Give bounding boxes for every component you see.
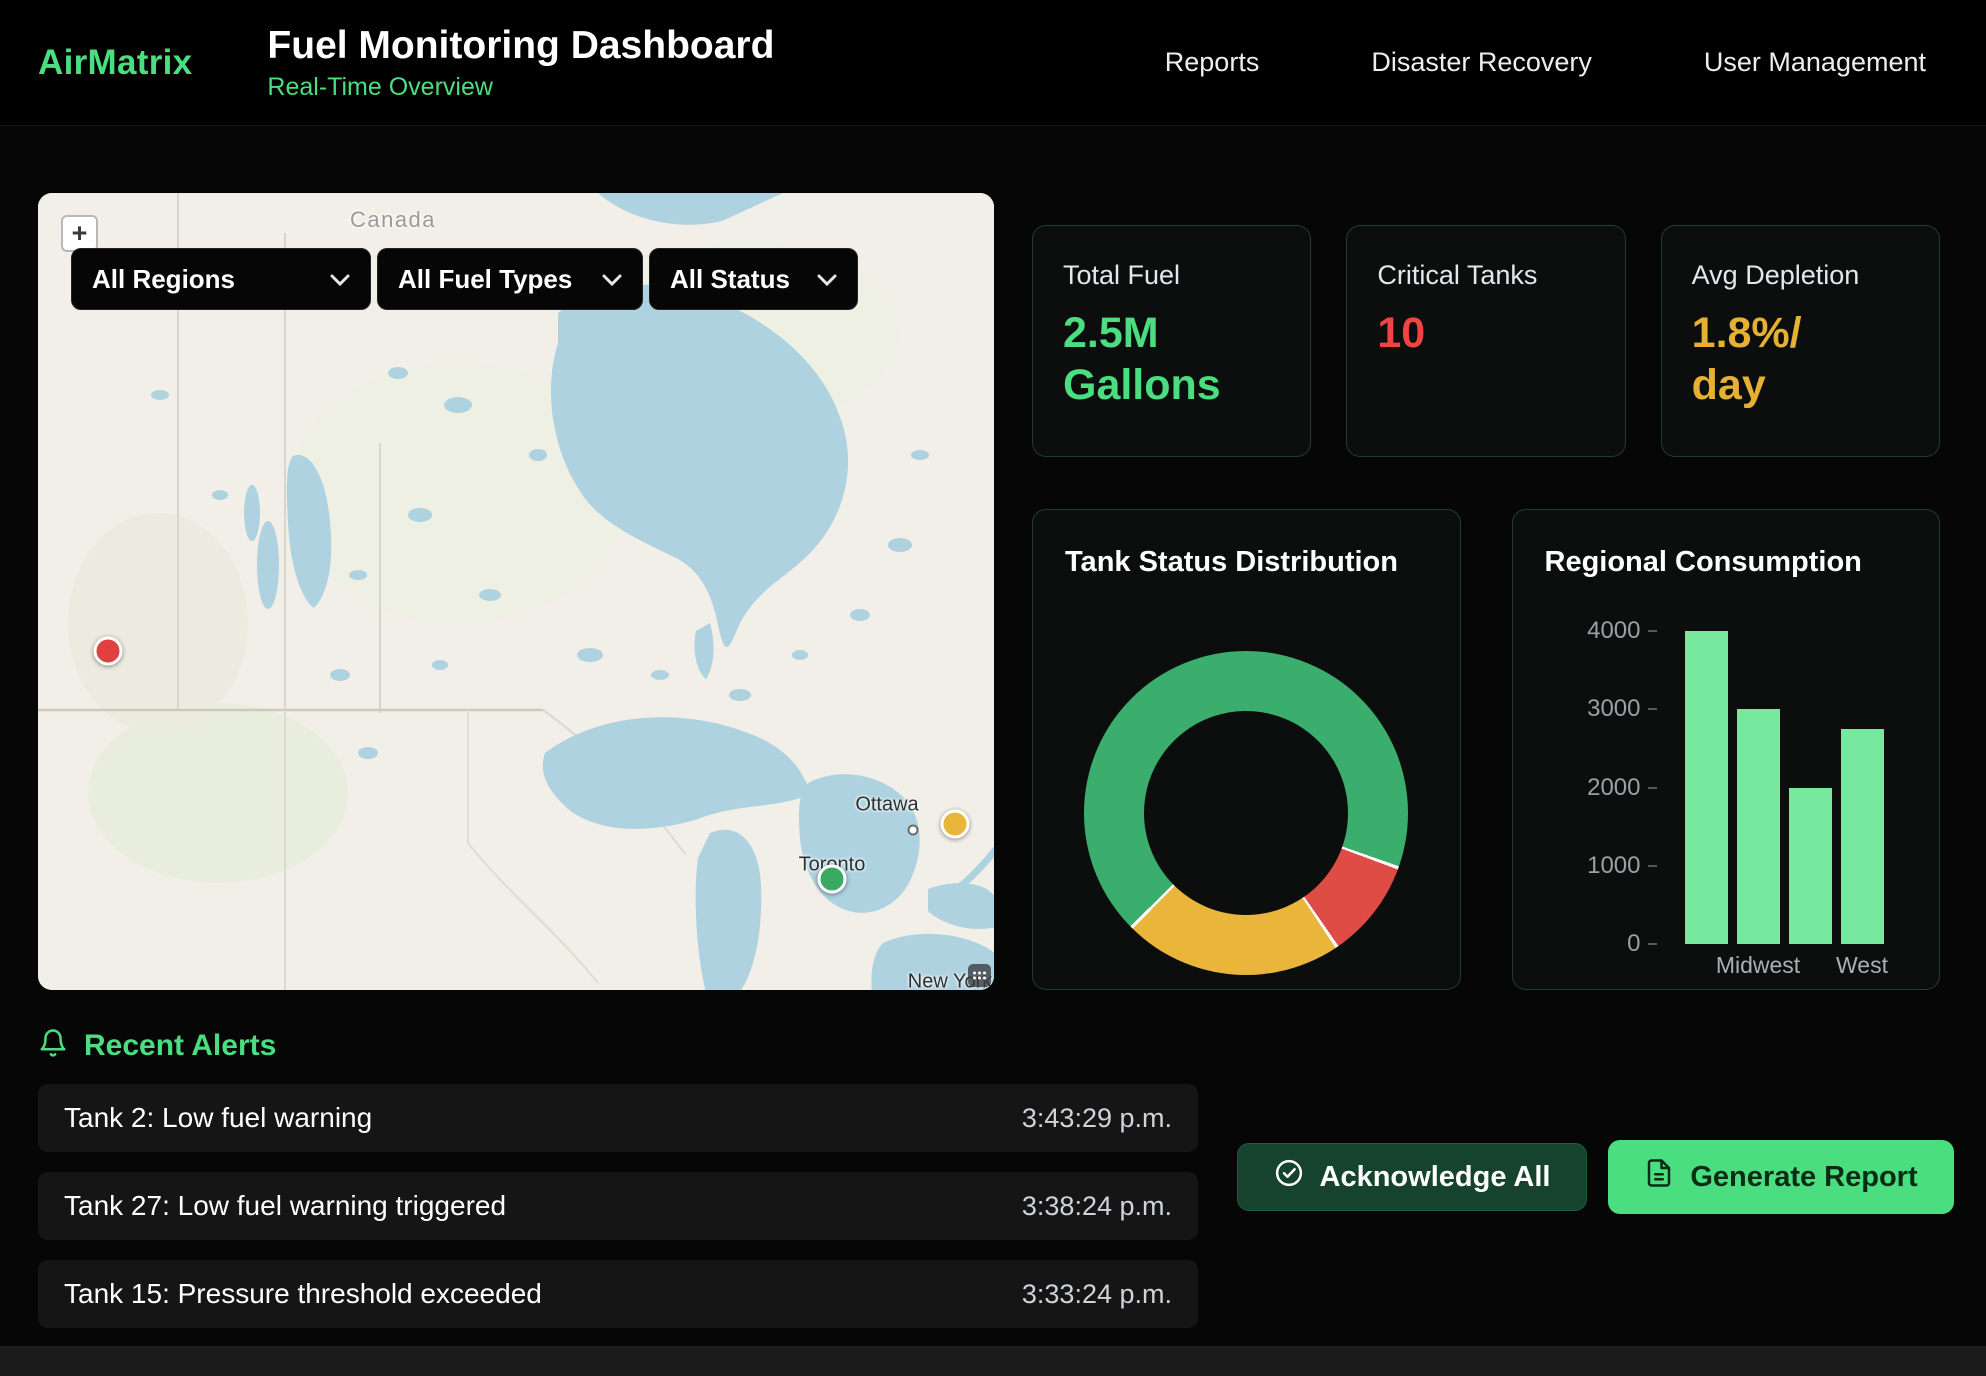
alerts-body: Tank 2: Low fuel warning 3:43:29 p.m. Ta… [38,1084,1948,1328]
stat-label: Total Fuel [1063,260,1280,291]
map-filters: All Regions All Fuel Types All Status [71,248,858,310]
alert-message: Tank 27: Low fuel warning triggered [64,1190,506,1222]
map-attribution-toggle-icon[interactable] [968,964,991,987]
app-header: AirMatrix Fuel Monitoring Dashboard Real… [0,0,1986,126]
fuel-type-filter-dropdown[interactable]: All Fuel Types [377,248,643,310]
alert-row[interactable]: Tank 27: Low fuel warning triggered 3:38… [38,1172,1198,1240]
circle-check-icon [1274,1158,1304,1196]
alert-actions: Acknowledge All Generate Report [1237,1143,1954,1214]
bar-x-label: West [1841,952,1884,979]
tank-status-donut [1084,651,1408,975]
right-column: Total Fuel 2.5M Gallons Critical Tanks 1… [1032,193,1940,990]
generate-report-label: Generate Report [1690,1161,1917,1194]
bar [1685,631,1728,944]
alert-message: Tank 2: Low fuel warning [64,1102,372,1134]
y-axis-tick: 2000 [1587,774,1656,802]
stat-value-avg-depletion: 1.8%/ day [1692,307,1909,412]
alert-timestamp: 3:43:29 p.m. [1022,1103,1172,1134]
alerts-title: Recent Alerts [84,1029,276,1063]
tank-marker-critical[interactable] [94,637,123,666]
tank-marker-normal[interactable] [818,865,847,894]
y-axis-tick: 0 [1627,930,1656,958]
alert-timestamp: 3:38:24 p.m. [1022,1191,1172,1222]
regional-consumption-chart-card: Regional Consumption 01000200030004000 M… [1512,509,1941,990]
main-content: + All Regions All Fuel Types All Status [0,126,1986,990]
brand-logo: AirMatrix [38,43,192,83]
stat-value-total-fuel: 2.5M Gallons [1063,307,1280,412]
document-icon [1644,1158,1674,1196]
y-axis-tick: 3000 [1587,695,1656,723]
map-label-canada: Canada [350,207,436,233]
region-filter-value: All Regions [92,264,235,295]
alert-row[interactable]: Tank 15: Pressure threshold exceeded 3:3… [38,1260,1198,1328]
stat-cards-row: Total Fuel 2.5M Gallons Critical Tanks 1… [1032,225,1940,457]
tank-status-chart-card: Tank Status Distribution [1032,509,1461,990]
page-subtitle: Real-Time Overview [267,73,774,102]
regional-consumption-bar-chart: 0 1000 2000 3000 4000 Midwest West [1513,510,1940,989]
acknowledge-all-button[interactable]: Acknowledge All [1237,1143,1587,1211]
page-title: Fuel Monitoring Dashboard [267,24,774,68]
bar-y-axis: 01000200030004000 [1513,631,1657,944]
bars [1685,631,1884,944]
generate-report-button[interactable]: Generate Report [1608,1140,1954,1214]
stat-card-total-fuel: Total Fuel 2.5M Gallons [1032,225,1311,457]
nav-user-management[interactable]: User Management [1704,47,1926,78]
stat-value-critical-tanks: 10 [1377,307,1594,359]
bottom-dock-bar [0,1346,1986,1376]
alert-list: Tank 2: Low fuel warning 3:43:29 p.m. Ta… [38,1084,1198,1328]
tank-map[interactable]: + All Regions All Fuel Types All Status [38,193,994,990]
map-label-ottawa: Ottawa [855,794,918,817]
bar [1841,729,1884,944]
bar [1737,709,1780,944]
stat-label: Avg Depletion [1692,260,1909,291]
chevron-down-icon [330,273,350,286]
y-axis-tick: 4000 [1587,617,1656,645]
stat-card-critical-tanks: Critical Tanks 10 [1346,225,1625,457]
stat-label: Critical Tanks [1377,260,1594,291]
main-nav: Reports Disaster Recovery User Managemen… [1165,47,1926,78]
map-zoom-in-button[interactable]: + [61,215,98,252]
alert-message: Tank 15: Pressure threshold exceeded [64,1278,542,1310]
recent-alerts-section: Recent Alerts Tank 2: Low fuel warning 3… [0,990,1986,1328]
bell-icon [38,1028,68,1063]
nav-disaster-recovery[interactable]: Disaster Recovery [1371,47,1592,78]
bar [1789,788,1832,945]
status-filter-dropdown[interactable]: All Status [649,248,858,310]
alerts-header: Recent Alerts [38,1028,1948,1063]
chart-title: Tank Status Distribution [1065,546,1428,579]
fuel-type-filter-value: All Fuel Types [398,264,572,295]
alert-timestamp: 3:33:24 p.m. [1022,1279,1172,1310]
title-block: Fuel Monitoring Dashboard Real-Time Over… [267,24,774,102]
charts-row: Tank Status Distribution Regional Consum… [1032,509,1940,990]
y-axis-tick: 1000 [1587,852,1656,880]
stat-card-avg-depletion: Avg Depletion 1.8%/ day [1661,225,1940,457]
region-filter-dropdown[interactable]: All Regions [71,248,371,310]
bar-x-label [1789,952,1832,979]
alert-row[interactable]: Tank 2: Low fuel warning 3:43:29 p.m. [38,1084,1198,1152]
city-dot-ottawa [908,825,919,836]
chevron-down-icon [602,273,622,286]
bar-x-label: Midwest [1737,952,1780,979]
status-filter-value: All Status [670,264,790,295]
bar-labels: Midwest West [1685,952,1884,979]
chevron-down-icon [817,273,837,286]
tank-marker-warning[interactable] [941,810,970,839]
nav-reports[interactable]: Reports [1165,47,1260,78]
acknowledge-all-label: Acknowledge All [1320,1161,1551,1194]
